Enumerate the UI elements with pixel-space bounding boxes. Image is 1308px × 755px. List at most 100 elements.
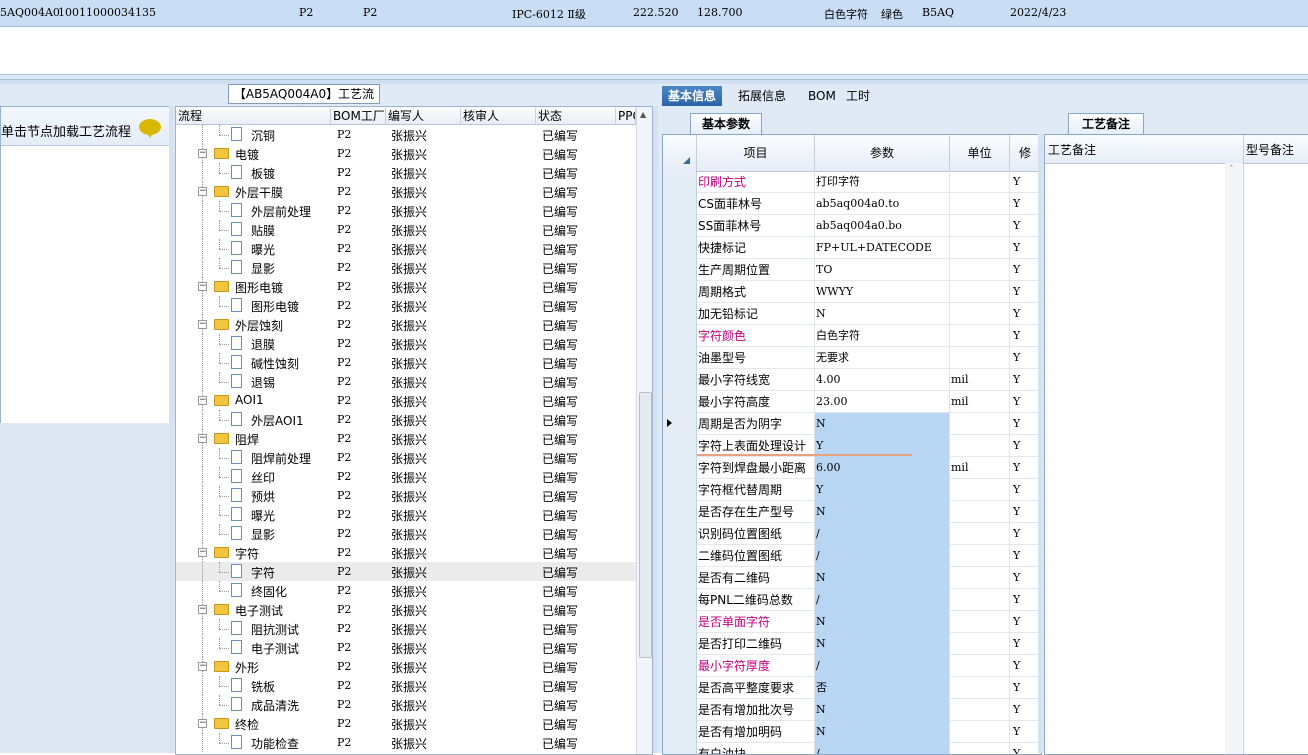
row-indicator[interactable] [663, 215, 697, 237]
row-indicator[interactable] [663, 501, 697, 523]
param-value-cell[interactable]: ab5aq004a0.to [815, 193, 950, 215]
process-tree-grid[interactable]: 流程 BOM工厂 编写人 核审人 状态 PPC 沉铜P2张振兴已编写−电镀P2张… [175, 106, 653, 755]
col-process-remark[interactable]: 工艺备注 [1048, 141, 1096, 158]
tree-row[interactable]: − 阻焊 P2 张振兴 已编写 [176, 429, 636, 448]
tree-row[interactable]: 阻抗测试 P2 张振兴 已编写 [176, 619, 636, 638]
param-value-cell[interactable]: N [815, 303, 950, 325]
tree-row[interactable]: 功能检查 P2 张振兴 已编写 [176, 733, 636, 752]
row-indicator[interactable] [663, 171, 697, 193]
row-indicator[interactable] [663, 479, 697, 501]
col-unit[interactable]: 单位 [950, 135, 1010, 171]
tree-row[interactable]: 终固化 P2 张振兴 已编写 [176, 581, 636, 600]
tree-scrollbar[interactable]: ▲ [636, 107, 652, 754]
param-row[interactable]: 是否单面字符 N Y [663, 611, 1041, 633]
scroll-up-icon[interactable]: ˄ [1229, 165, 1234, 175]
param-row[interactable]: 快捷标记 FP+UL+DATECODE Y [663, 237, 1041, 259]
param-row[interactable]: 二维码位置图纸 / Y [663, 545, 1041, 567]
tree-row[interactable]: 电子测试 P2 张振兴 已编写 [176, 638, 636, 657]
tree-row[interactable]: − 电镀 P2 张振兴 已编写 [176, 144, 636, 163]
collapse-icon[interactable]: − [198, 396, 207, 405]
row-indicator[interactable] [663, 303, 697, 325]
param-value-cell[interactable]: N [815, 611, 950, 633]
selected-order-row[interactable]: 5AQ004A0 10011000034135 P2 P2 IPC-6012 Ⅱ… [0, 0, 1308, 27]
param-value-cell[interactable]: N [815, 413, 950, 435]
param-value-cell[interactable]: N [815, 501, 950, 523]
tab-work-hours[interactable]: 工时 [840, 86, 876, 106]
left-splitter[interactable] [169, 106, 174, 753]
param-value-cell[interactable]: 否 [815, 677, 950, 699]
tree-row[interactable]: − 图形电镀 P2 张振兴 已编写 [176, 277, 636, 296]
tree-row[interactable]: 铣板 P2 张振兴 已编写 [176, 676, 636, 695]
param-row[interactable]: 生产周期位置 TO Y [663, 259, 1041, 281]
param-row[interactable]: 是否有增加明码 N Y [663, 721, 1041, 743]
param-value-cell[interactable]: / [815, 589, 950, 611]
row-indicator[interactable] [663, 567, 697, 589]
tree-row[interactable]: − 外形 P2 张振兴 已编写 [176, 657, 636, 676]
col-param[interactable]: 参数 [815, 135, 950, 171]
param-row[interactable]: 字符到焊盘最小距离 6.00 mil Y [663, 457, 1041, 479]
col-flow[interactable]: 流程 [176, 108, 331, 124]
param-value-cell[interactable]: N [815, 699, 950, 721]
param-row[interactable]: 加无铅标记 N Y [663, 303, 1041, 325]
tree-scroll-thumb[interactable] [639, 392, 652, 658]
tree-row[interactable]: 曝光 P2 张振兴 已编写 [176, 505, 636, 524]
param-row[interactable]: 印刷方式 打印字符 Y [663, 171, 1041, 193]
param-value-cell[interactable]: N [815, 633, 950, 655]
tree-row[interactable]: − 电子测试 P2 张振兴 已编写 [176, 600, 636, 619]
tree-row[interactable]: 预烘 P2 张振兴 已编写 [176, 486, 636, 505]
param-value-cell[interactable]: FP+UL+DATECODE [815, 237, 950, 259]
param-value-cell[interactable]: / [815, 655, 950, 677]
remarks-panel[interactable]: 工艺备注 型号备注 ˄ [1044, 134, 1308, 755]
params-grid[interactable]: 项目 参数 单位 修 印刷方式 打印字符 Y CS面菲林号 ab5aq004a0.to Y… [662, 134, 1042, 755]
param-row[interactable]: CS面菲林号 ab5aq004a0.to Y [663, 193, 1041, 215]
tree-row[interactable]: 退膜 P2 张振兴 已编写 [176, 334, 636, 353]
tree-row[interactable]: 碱性蚀刻 P2 张振兴 已编写 [176, 353, 636, 372]
row-indicator[interactable] [663, 457, 697, 479]
row-indicator[interactable] [663, 347, 697, 369]
row-indicator[interactable] [663, 655, 697, 677]
tree-row[interactable]: 显影 P2 张振兴 已编写 [176, 258, 636, 277]
param-value-cell[interactable]: N [815, 567, 950, 589]
param-value-cell[interactable]: / [815, 545, 950, 567]
collapse-icon[interactable]: − [198, 282, 207, 291]
param-row[interactable]: 周期格式 WWYY Y [663, 281, 1041, 303]
param-row[interactable]: 字符框代替周期 Y Y [663, 479, 1041, 501]
param-row[interactable]: 识别码位置图纸 / Y [663, 523, 1041, 545]
tree-row[interactable]: − 终检 P2 张振兴 已编写 [176, 714, 636, 733]
tree-row[interactable]: 显影 P2 张振兴 已编写 [176, 524, 636, 543]
col-status[interactable]: 状态 [536, 108, 616, 124]
tree-row[interactable]: 板镀 P2 张振兴 已编写 [176, 163, 636, 182]
tree-row[interactable]: 沉铜 P2 张振兴 已编写 [176, 125, 636, 144]
collapse-icon[interactable]: − [198, 719, 207, 728]
param-row[interactable]: 是否打印二维码 N Y [663, 633, 1041, 655]
tree-row[interactable]: 外层AOI1 P2 张振兴 已编写 [176, 410, 636, 429]
col-model-remark[interactable]: 型号备注 [1246, 141, 1294, 158]
tree-row[interactable]: 丝印 P2 张振兴 已编写 [176, 467, 636, 486]
right-splitter[interactable] [1038, 134, 1043, 753]
param-row[interactable]: 最小字符线宽 4.00 mil Y [663, 369, 1041, 391]
col-bom-factory[interactable]: BOM工厂 [331, 108, 386, 124]
param-row[interactable]: 最小字符厚度 / Y [663, 655, 1041, 677]
tree-row[interactable]: 曝光 P2 张振兴 已编写 [176, 239, 636, 258]
param-value-cell[interactable]: / [815, 523, 950, 545]
collapse-icon[interactable]: − [198, 605, 207, 614]
param-value-cell[interactable]: WWYY [815, 281, 950, 303]
param-row[interactable]: 最小字符高度 23.00 mil Y [663, 391, 1041, 413]
row-indicator[interactable] [663, 391, 697, 413]
tree-row[interactable]: 成品清洗 P2 张振兴 已编写 [176, 695, 636, 714]
collapse-icon[interactable]: − [198, 320, 207, 329]
param-value-cell[interactable]: ab5aq004a0.bo [815, 215, 950, 237]
row-indicator[interactable] [663, 413, 697, 435]
row-indicator[interactable] [663, 611, 697, 633]
param-value-cell[interactable]: 白色字符 [815, 325, 950, 347]
param-value-cell[interactable]: 无要求 [815, 347, 950, 369]
row-indicator[interactable] [663, 633, 697, 655]
collapse-icon[interactable]: − [198, 548, 207, 557]
param-row[interactable]: 每PNL二维码总数 / Y [663, 589, 1041, 611]
param-row[interactable]: 是否有二维码 N Y [663, 567, 1041, 589]
tab-process-remarks[interactable]: 工艺备注 [1068, 113, 1144, 134]
tab-bom[interactable]: BOM [802, 86, 842, 106]
tree-row[interactable]: − 外层干膜 P2 张振兴 已编写 [176, 182, 636, 201]
param-value-cell[interactable]: / [815, 743, 950, 754]
row-indicator[interactable] [663, 589, 697, 611]
